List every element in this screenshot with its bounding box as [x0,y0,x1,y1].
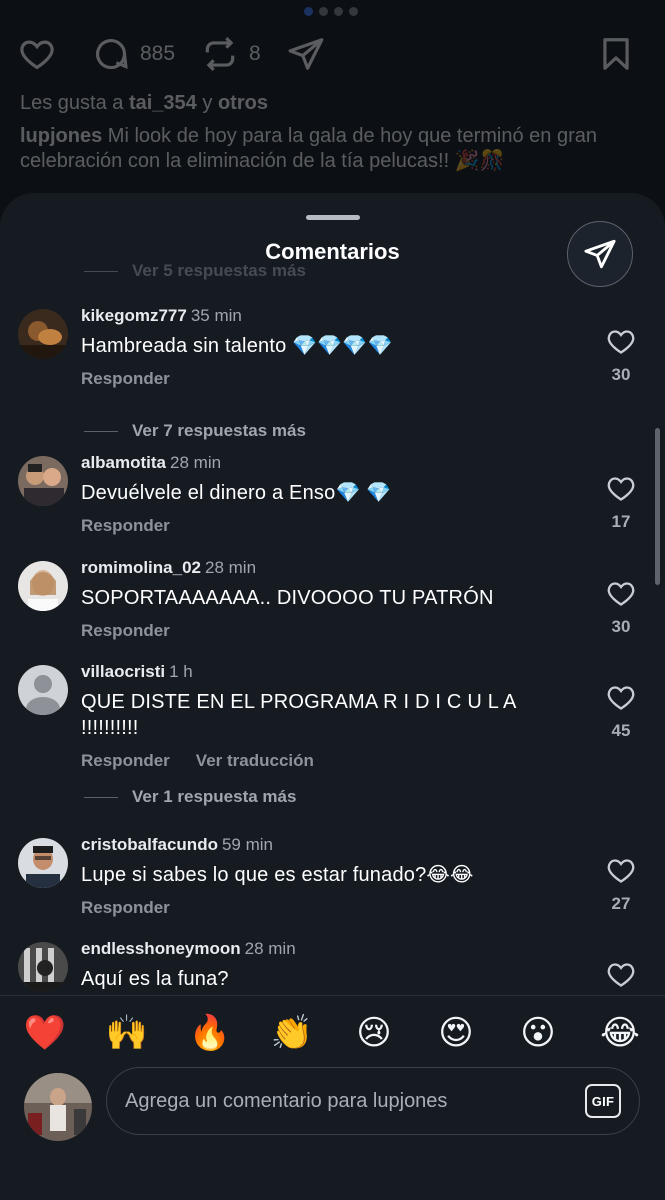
carousel-dot [334,7,343,16]
comment-input-wrapper: GIF [106,1067,640,1135]
reply-button[interactable]: Responder [81,751,170,771]
comments-sheet: Ver 5 respuestas más Comentarios kikegom… [0,193,665,1200]
scrollbar[interactable] [655,428,660,585]
comment-text: Hambreada sin talento 💎💎💎💎 [81,335,393,357]
translate-button[interactable]: Ver traducción [196,751,314,771]
like-post-button[interactable] [18,35,66,73]
reply-button[interactable]: Responder [81,898,170,918]
comment-like-count: 30 [611,617,631,636]
comment-time: 28 min [244,939,296,958]
carousel-dot [304,7,313,16]
comment-username[interactable]: cristobalfacundo [81,835,218,854]
heart-icon [607,859,635,883]
avatar[interactable] [18,309,68,359]
heart-icon [607,686,635,710]
comment-time: 28 min [170,453,222,472]
comment-button[interactable]: 885 [92,35,175,73]
reaction-surprised[interactable]: 😮 [513,1008,563,1058]
comment-time: 35 min [190,306,242,325]
gif-button[interactable]: GIF [585,1084,621,1118]
share-post-button[interactable] [287,35,335,73]
comment-icon [95,39,128,70]
reply-button[interactable]: Responder [81,369,170,389]
avatar[interactable] [18,942,68,992]
reaction-clap[interactable]: 👏 [267,1008,317,1058]
heart-icon [607,582,635,606]
comment-item: albamotita 28 min Devuélvele el dinero a … [0,452,665,557]
heart-icon [607,330,635,354]
comment-like[interactable]: 30 [607,581,635,637]
avatar[interactable] [18,561,68,611]
comment-username[interactable]: kikegomz777 [81,306,187,325]
comment-item: cristobalfacundo 59 min Lupe si sabes lo … [0,834,665,938]
reply-button[interactable]: Responder [81,516,170,536]
share-button[interactable] [567,221,633,287]
heart-icon [607,963,635,987]
comment-like[interactable]: 27 [607,858,635,914]
caption-user[interactable]: lupjones [20,125,102,147]
bookmark-icon [603,38,629,70]
comment-composer: ❤️ 🙌 🔥 👏 😢 😍 😮 😂 GIF [0,995,665,1200]
comment-list: kikegomz777 35 min Hambreada sin talento … [0,305,665,1018]
likes-others[interactable]: otros [218,92,268,114]
post-caption: lupjones Mi look de hoy para la gala de … [20,124,630,174]
reaction-crying[interactable]: 😢 [349,1008,399,1058]
repost-button[interactable]: 8 [201,35,261,73]
comment-like[interactable]: 45 [607,685,635,741]
repost-icon [205,37,235,71]
send-icon [288,38,324,70]
comment-text: Devuélvele el dinero a Enso💎 💎 [81,482,392,504]
comment-like[interactable]: 30 [607,329,635,385]
comment-time: 28 min [205,558,257,577]
comment-like-count: 30 [611,365,631,384]
comment-item: romimolina_02 28 min SOPORTAAAAAAA.. DIVO… [0,557,665,661]
drag-handle[interactable] [306,215,360,220]
reaction-heart[interactable]: ❤️ [20,1008,70,1058]
comment-username[interactable]: endlesshoneymoon [81,939,241,958]
comment-item: villaocristi 1 h QUE DISTE EN EL PROGRAMA… [0,661,665,834]
caption-text: Mi look de hoy para la gala de hoy que t… [20,125,597,172]
heart-icon [20,40,54,70]
send-icon [584,239,616,269]
carousel-dot [349,7,358,16]
heart-icon [607,477,635,501]
comment-username[interactable]: romimolina_02 [81,558,201,577]
carousel-dots [304,7,358,16]
post-actions: 885 8 [18,34,645,74]
comment-text: Aquí es la funa? [81,968,229,990]
reaction-laughing[interactable]: 😂 [595,1008,645,1058]
view-replies-button[interactable]: Ver 1 respuesta más [84,787,296,807]
comment-item: kikegomz777 35 min Hambreada sin talento … [0,305,665,452]
quick-reactions: ❤️ 🙌 🔥 👏 😢 😍 😮 😂 [0,1008,665,1058]
repost-count: 8 [249,42,261,65]
view-replies-button[interactable]: Ver 7 respuestas más [84,421,306,441]
comment-text: SOPORTAAAAAAA.. DIVOOOO TU PATRÓN [81,587,494,609]
reaction-fire[interactable]: 🔥 [185,1008,235,1058]
comment-text: Lupe si sabes lo que es estar funado?😂😂 [81,864,474,886]
likes-summary[interactable]: Les gusta a tai_354 y otros [20,92,268,115]
sheet-title: Comentarios [265,239,400,264]
comment-input[interactable] [125,1068,565,1134]
comment-username[interactable]: villaocristi [81,662,165,681]
comment-like[interactable]: 17 [607,476,635,532]
comment-text: QUE DISTE EN EL PROGRAMA R I D I C U L A… [81,691,516,739]
avatar[interactable] [18,456,68,506]
reaction-raised-hands[interactable]: 🙌 [102,1008,152,1058]
comment-like-count: 45 [611,721,631,740]
comment-time: 1 h [169,662,193,681]
avatar[interactable] [18,665,68,715]
reply-button[interactable]: Responder [81,621,170,641]
comment-like[interactable] [607,962,635,988]
current-user-avatar[interactable] [24,1073,92,1141]
avatar[interactable] [18,838,68,888]
save-post-button[interactable] [597,35,645,73]
likes-user[interactable]: tai_354 [129,92,197,114]
carousel-dot [319,7,328,16]
comment-time: 59 min [221,835,273,854]
comment-username[interactable]: albamotita [81,453,166,472]
comment-like-count: 17 [611,512,631,531]
comment-like-count: 27 [611,894,631,913]
reaction-heart-eyes[interactable]: 😍 [431,1008,481,1058]
comment-count: 885 [140,42,176,65]
